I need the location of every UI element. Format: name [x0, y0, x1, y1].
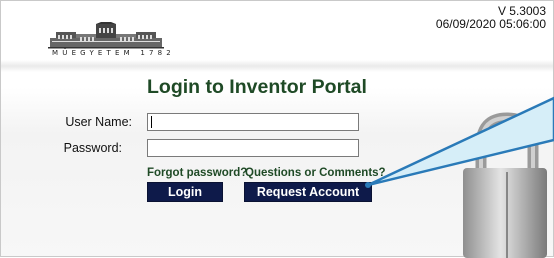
- request-account-button[interactable]: Request Account: [244, 182, 372, 202]
- password-label: Password:: [63, 141, 122, 155]
- padlock-icon: [463, 112, 547, 258]
- text-caret: [151, 116, 152, 128]
- username-field[interactable]: [147, 113, 359, 131]
- logo-caption: MŰEGYETEM 1782: [52, 49, 175, 57]
- forgot-password-link[interactable]: Forgot password?: [147, 167, 247, 179]
- username-label: User Name:: [65, 115, 132, 129]
- version-info: V 5.3003 06/09/2020 05:06:00: [436, 5, 546, 31]
- login-button[interactable]: Login: [147, 182, 223, 202]
- questions-link[interactable]: Questions or Comments?: [245, 167, 386, 179]
- building-logo-icon: [48, 22, 164, 49]
- server-datetime: 06/09/2020 05:06:00: [435, 17, 546, 31]
- page-title: Login to Inventor Portal: [147, 76, 367, 98]
- password-field[interactable]: [147, 139, 359, 157]
